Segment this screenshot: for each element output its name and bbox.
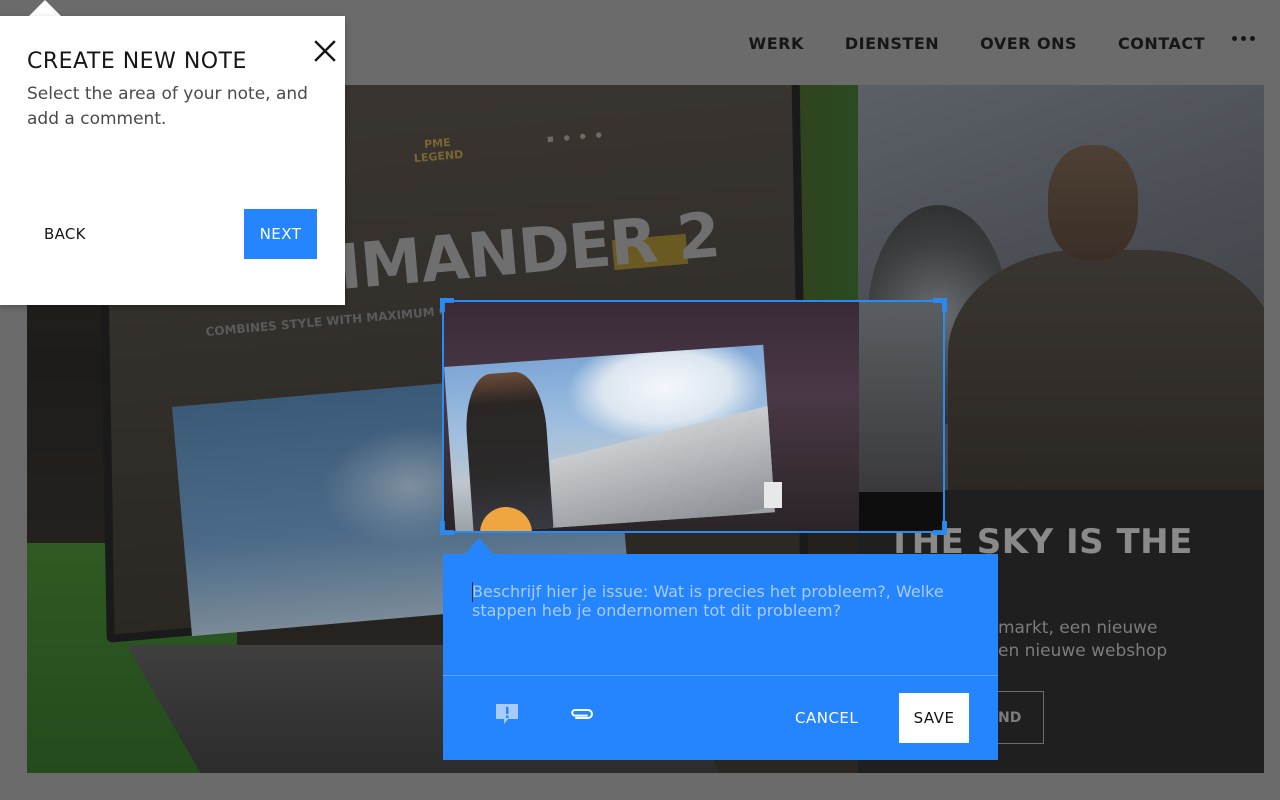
cancel-button[interactable]: CANCEL [795, 707, 858, 729]
text-cursor [472, 582, 473, 602]
hero-body-line: markt, een nieuwe [998, 618, 1158, 638]
hero-read-more-label: ND [998, 709, 1022, 726]
laptop-link: ● [563, 133, 571, 142]
ellipsis-icon[interactable] [1232, 32, 1255, 45]
popover-title: CREATE NEW NOTE [27, 49, 247, 74]
laptop-link: ● [579, 132, 587, 141]
next-button[interactable]: NEXT [244, 209, 317, 259]
create-note-popover: CREATE NEW NOTE Select the area of your … [0, 16, 345, 305]
nav-item-over-ons[interactable]: OVER ONS [980, 34, 1077, 53]
flag-message-icon[interactable] [493, 701, 521, 727]
comment-panel-caret [465, 538, 493, 554]
nav-item-werk[interactable]: WERK [749, 34, 804, 53]
hero-body-line: en nieuwe webshop [998, 641, 1168, 661]
nav-item-diensten[interactable]: DIENSTEN [845, 34, 939, 53]
laptop-link: ● [595, 130, 603, 140]
laptop-link: ■ [546, 134, 555, 144]
pilot-head [1048, 145, 1138, 260]
note-selection-area[interactable] [442, 300, 945, 533]
selection-photo [444, 344, 775, 531]
comment-input[interactable] [443, 554, 998, 675]
save-button[interactable]: SAVE [899, 693, 969, 743]
comment-toolbar: CANCEL SAVE [443, 676, 998, 760]
selection-pilot-edge [859, 302, 943, 492]
paperclip-icon[interactable] [568, 701, 596, 727]
popover-caret [28, 0, 62, 17]
pilot-jacket [948, 250, 1264, 490]
nav-item-contact[interactable]: CONTACT [1118, 34, 1205, 53]
close-icon[interactable] [312, 38, 338, 64]
hero-read-more-button[interactable]: ND [998, 691, 1044, 744]
main-nav: WERK DIENSTEN OVER ONS CONTACT [749, 30, 1280, 56]
selection-highlight [764, 482, 782, 508]
comment-panel: CANCEL SAVE [443, 554, 998, 760]
popover-description: Select the area of your note, and add a … [27, 84, 308, 129]
back-button[interactable]: BACK [44, 224, 86, 244]
selection-dark-edge [859, 492, 943, 531]
